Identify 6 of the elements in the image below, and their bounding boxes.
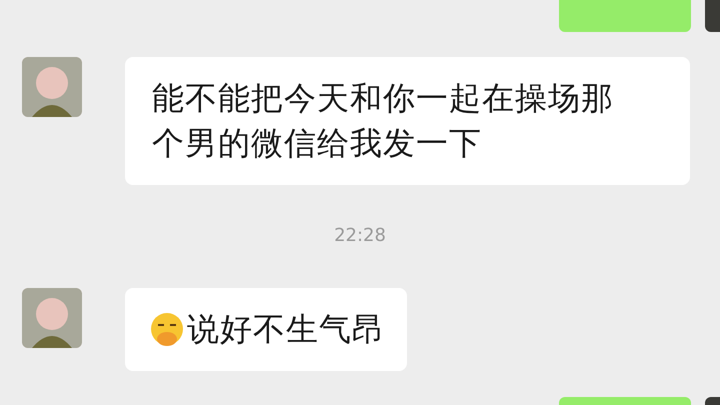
avatar-image: [22, 57, 82, 117]
emoji-face-icon: [149, 312, 185, 348]
message-text: 说好不生气昂: [187, 309, 385, 350]
message-text: 能不能把今天和你一起在操场那个男的微信给我发一下: [152, 78, 615, 164]
avatar-image: [22, 288, 82, 348]
timestamp: 22:28: [334, 225, 386, 246]
